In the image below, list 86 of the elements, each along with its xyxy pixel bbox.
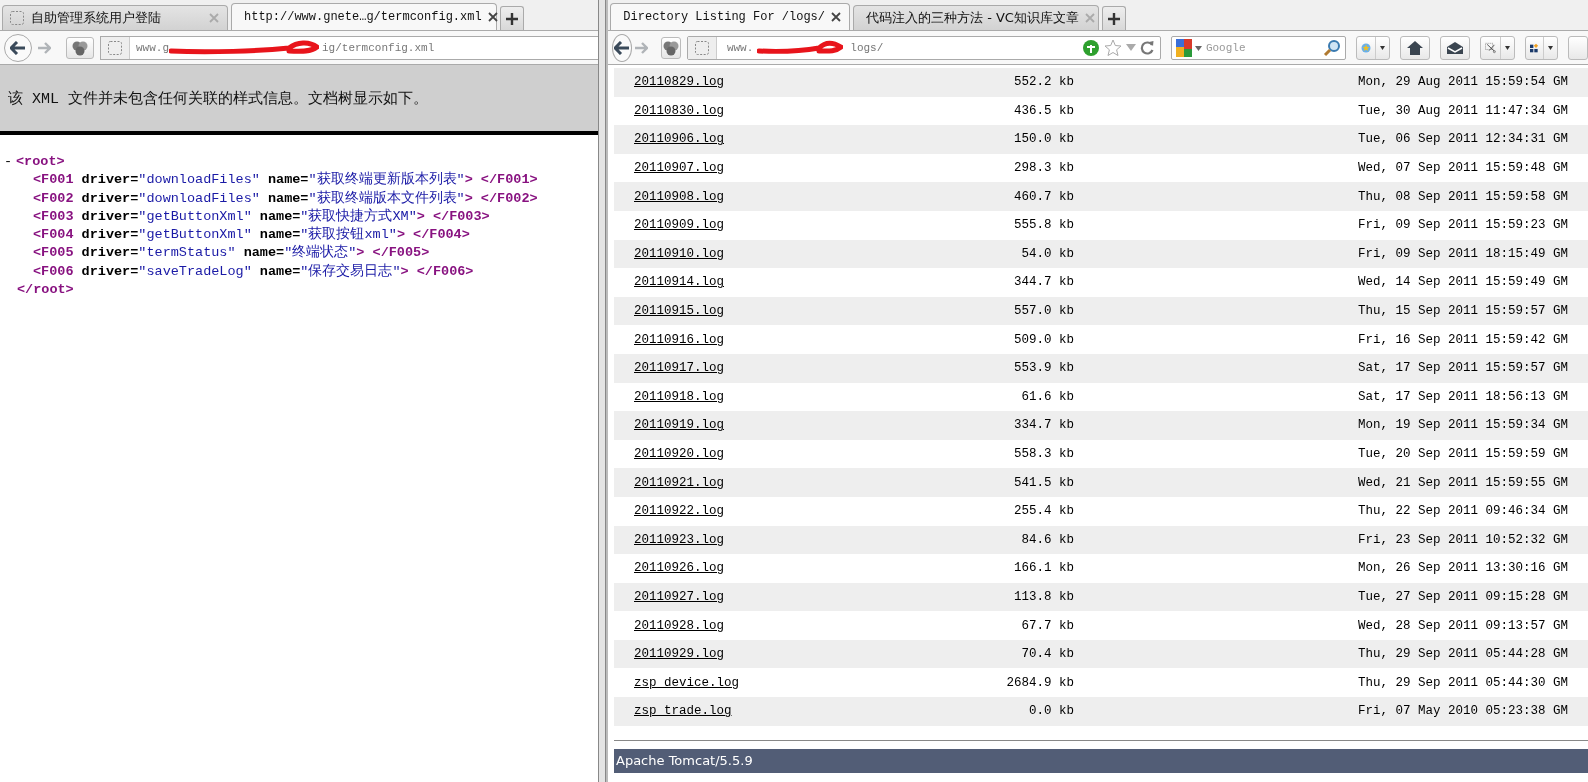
modified-date: Thu, 22 Sep 2011 09:46:34 GM (1357, 504, 1570, 519)
file-size: 553.9 kb (1013, 361, 1074, 376)
browser-tab[interactable]: 代码注入的三种方法 - VC知识库文章 (853, 5, 1099, 30)
file-link[interactable]: zsp_device.log (634, 675, 740, 690)
address-bar[interactable]: www. logs/ (686, 35, 1161, 60)
xml-line: <F006 driver="saveTradeLog" name="保存交易日志"> </F006> (32, 262, 474, 281)
modified-date: Mon, 29 Aug 2011 15:59:54 GM (1357, 75, 1570, 90)
modified-date: Thu, 08 Sep 2011 15:59:58 GM (1357, 189, 1570, 204)
modified-date: Fri, 09 Sep 2011 15:59:23 GM (1357, 218, 1570, 233)
file-link[interactable]: 20110830.log (634, 103, 724, 118)
modified-date: Fri, 09 Sep 2011 18:15:49 GM (1357, 246, 1570, 261)
file-size: 54.0 kb (1020, 246, 1074, 261)
modified-date: Thu, 15 Sep 2011 15:59:57 GM (1357, 304, 1570, 319)
xml-line: <F002 driver="downloadFiles" name="获取终端版本文件列表"> </F002> (32, 189, 538, 208)
file-size: 436.5 kb (1013, 103, 1074, 118)
file-size: 67.7 kb (1020, 618, 1074, 633)
file-size: 555.8 kb (1013, 218, 1074, 233)
xml-line: <F004 driver="getButtonXml" name="获取按钮xml"> </F004> (32, 226, 470, 244)
file-size: 298.3 kb (1013, 161, 1074, 176)
file-size: 460.7 kb (1013, 189, 1074, 204)
file-link[interactable]: 20110926.log (634, 561, 724, 576)
file-size: 150.0 kb (1013, 132, 1074, 147)
file-size: 558.3 kb (1013, 447, 1074, 461)
notice-text: 该 XML 文件并未包含任何关联的样式信息。文档树显示如下。 (8, 89, 428, 108)
file-size: 541.5 kb (1013, 475, 1074, 490)
modified-date: Fri, 23 Sep 2011 10:52:32 GM (1357, 532, 1570, 547)
xml-line: <F001 driver="downloadFiles" name="获取终端更新版本列表"> </F001> (32, 171, 538, 190)
file-link[interactable]: 20110914.log (634, 275, 724, 290)
modified-date: Sat, 17 Sep 2011 15:59:57 GM (1357, 361, 1570, 376)
file-size: 2684.9 kb (1005, 675, 1074, 690)
file-size: 552.2 kb (1013, 75, 1074, 90)
file-size: 509.0 kb (1013, 332, 1074, 347)
file-link[interactable]: 20110927.log (634, 590, 724, 604)
file-size: 61.6 kb (1020, 389, 1074, 404)
modified-date: Wed, 07 Sep 2011 15:59:48 GM (1357, 161, 1570, 176)
modified-date: Thu, 29 Sep 2011 05:44:30 GM (1357, 675, 1570, 690)
modified-date: Tue, 06 Sep 2011 12:34:31 GM (1357, 132, 1570, 147)
browser-tab[interactable]: Directory Listing For /logs/ (610, 3, 850, 30)
modified-date: Mon, 26 Sep 2011 13:30:16 GM (1357, 561, 1570, 576)
modified-date: Fri, 07 May 2010 05:23:38 GM (1357, 704, 1570, 719)
xml-line: </root> (17, 281, 74, 300)
modified-date: Mon, 19 Sep 2011 15:59:34 GM (1357, 418, 1570, 433)
file-link[interactable]: zsp_trade.log (634, 704, 732, 719)
file-size: 344.7 kb (1013, 275, 1074, 290)
modified-date: Tue, 27 Sep 2011 09:15:28 GM (1357, 590, 1570, 604)
xml-line: <F005 driver="termStatus" name="终端状态"> </F005> (32, 244, 430, 263)
file-link[interactable]: 20110916.log (634, 332, 724, 347)
file-link[interactable]: 20110910.log (634, 246, 724, 261)
file-size: 84.6 kb (1020, 532, 1074, 547)
file-link[interactable]: 20110906.log (634, 132, 724, 147)
file-link[interactable]: 20110920.log (634, 447, 724, 461)
modified-date: Thu, 29 Sep 2011 05:44:28 GM (1357, 647, 1570, 662)
xml-line: <F003 driver="getButtonXml" name="获取快捷方式XM"> </F003> (32, 207, 490, 226)
file-link[interactable]: 20110923.log (634, 532, 724, 547)
file-link[interactable]: 20110929.log (634, 647, 724, 662)
server-signature: Apache Tomcat/5.5.9 (616, 753, 753, 769)
collapse-toggle[interactable]: - (4, 153, 16, 172)
file-link[interactable]: 20110908.log (634, 189, 724, 204)
file-link[interactable]: 20110921.log (634, 475, 724, 490)
file-link[interactable]: 20110922.log (634, 504, 724, 519)
modified-date: Tue, 20 Sep 2011 15:59:59 GM (1357, 447, 1570, 461)
file-size: 557.0 kb (1013, 304, 1074, 319)
file-size: 334.7 kb (1013, 418, 1074, 433)
modified-date: Fri, 16 Sep 2011 15:59:42 GM (1357, 332, 1570, 347)
file-link[interactable]: 20110918.log (634, 389, 724, 404)
file-size: 166.1 kb (1013, 561, 1074, 576)
browser-tab[interactable]: 自助管理系统用户登陆 (2, 5, 228, 30)
file-link[interactable]: 20110829.log (634, 75, 724, 90)
file-link[interactable]: 20110907.log (634, 161, 724, 176)
file-size: 113.8 kb (1013, 590, 1074, 604)
file-size: 70.4 kb (1020, 647, 1074, 662)
modified-date: Wed, 14 Sep 2011 15:59:49 GM (1357, 275, 1570, 290)
file-link[interactable]: 20110915.log (634, 304, 724, 319)
modified-date: Sat, 17 Sep 2011 18:56:13 GM (1357, 389, 1570, 404)
xml-line: <root> (16, 153, 65, 171)
file-link[interactable]: 20110919.log (634, 418, 724, 433)
browser-tab[interactable]: http://www.gnete…g/termconfig.xml (231, 3, 497, 30)
modified-date: Wed, 28 Sep 2011 09:13:57 GM (1357, 618, 1570, 633)
file-size: 255.4 kb (1013, 504, 1074, 519)
file-link[interactable]: 20110909.log (634, 218, 724, 233)
file-size: 0.0 kb (1028, 704, 1074, 719)
modified-date: Wed, 21 Sep 2011 15:59:55 GM (1357, 475, 1570, 490)
modified-date: Tue, 30 Aug 2011 11:47:34 GM (1357, 103, 1570, 118)
address-bar[interactable]: www.g ig/termconfig.xml (100, 35, 598, 60)
file-link[interactable]: 20110928.log (634, 618, 724, 633)
file-link[interactable]: 20110917.log (634, 361, 724, 376)
